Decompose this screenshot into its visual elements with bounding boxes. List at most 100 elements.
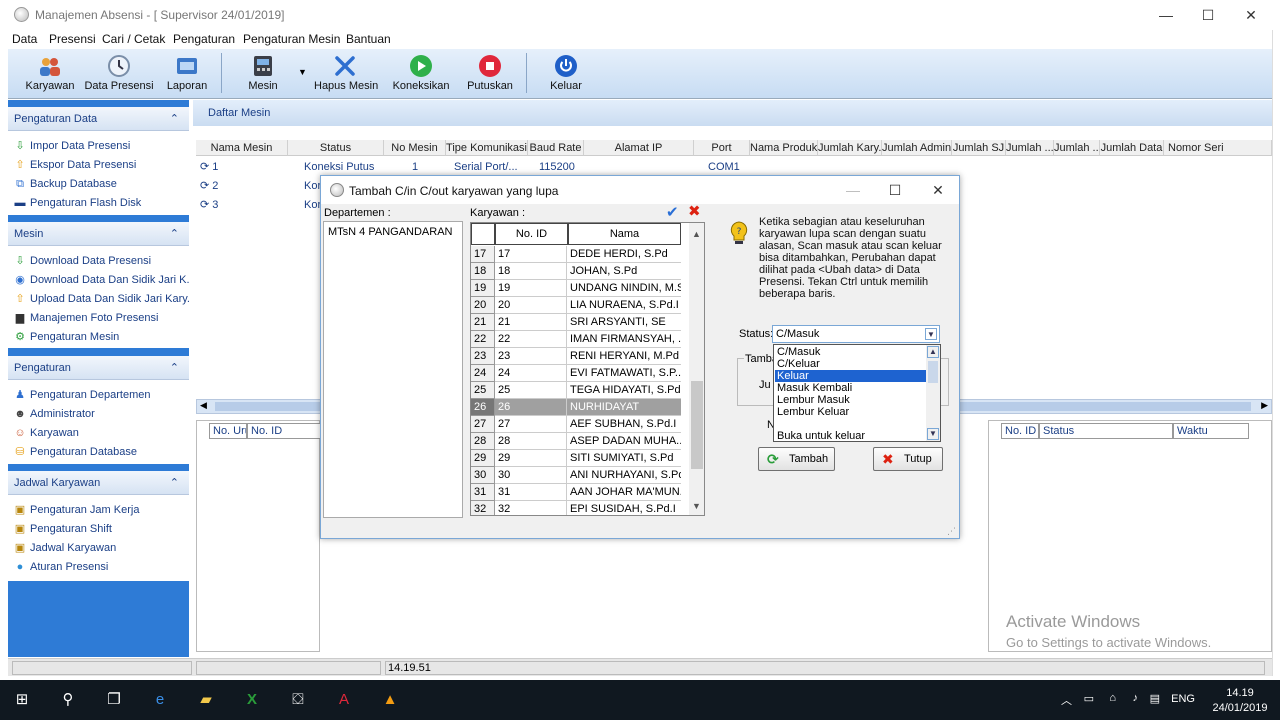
status-option[interactable]: Lembur Masuk (775, 394, 926, 406)
keluar-button[interactable]: Keluar (544, 51, 588, 97)
tambah-button[interactable]: ⟳ Tambah (758, 447, 835, 471)
vlc-icon[interactable]: ▲ (378, 688, 402, 712)
network-icon[interactable]: ⌂ (1109, 692, 1116, 704)
chevron-down-icon[interactable]: ▼ (925, 328, 937, 340)
sidebar-item-pengaturan-jam-kerja[interactable]: ▣ Pengaturan Jam Kerja (8, 501, 189, 520)
laporan-button[interactable]: Laporan (164, 51, 210, 97)
karyawan-row[interactable]: 17 17 DEDE HERDI, S.Pd (471, 246, 681, 263)
col-jumlah-a[interactable]: Jumlah ... (1006, 140, 1054, 156)
col-nama-mesin[interactable]: Nama Mesin (196, 140, 288, 156)
status-option[interactable]: Masuk Kembali (775, 382, 926, 394)
karyawan-row[interactable]: 24 24 EVI FATMAWATI, S.P... (471, 365, 681, 382)
minimize-button[interactable]: — (1155, 4, 1177, 26)
sidebar-item-download-data-presensi[interactable]: ⇩ Download Data Presensi (8, 252, 189, 271)
menu-bantuan[interactable]: Bantuan (346, 32, 391, 46)
col-status[interactable]: Status (288, 140, 384, 156)
dialog-minimize-button[interactable]: — (842, 180, 864, 200)
maximize-button[interactable]: ☐ (1197, 4, 1219, 26)
mesin-row-2[interactable]: ⟳ 2 (200, 177, 218, 196)
row-number[interactable]: 27 (471, 416, 495, 433)
col-nomor-seri[interactable]: Nomor Seri (1164, 140, 1272, 156)
col-status[interactable]: Status (1039, 423, 1173, 439)
karyawan-row[interactable]: 31 31 AAN JOHAR MA'MUN... (471, 484, 681, 501)
clock[interactable]: 14.19 24/01/2019 (1210, 686, 1270, 716)
sidebar-item-pengaturan-mesin[interactable]: ⚙ Pengaturan Mesin (8, 328, 189, 347)
col-nama-produk[interactable]: Nama Produk (750, 140, 818, 156)
col-jumlah-karyawan[interactable]: Jumlah Kary... (818, 140, 882, 156)
collapse-icon[interactable]: ⌃ (170, 112, 179, 125)
row-number[interactable]: 23 (471, 348, 495, 365)
hapus-mesin-button[interactable]: Hapus Mesin (314, 51, 378, 97)
store-icon[interactable]: ⛋ (286, 688, 310, 712)
menu-cari-cetak[interactable]: Cari / Cetak (102, 32, 165, 46)
right-scrollbar[interactable] (1272, 30, 1280, 676)
scroll-thumb[interactable] (928, 361, 938, 383)
sidebar-item-pengaturan-flash-disk[interactable]: ▬ Pengaturan Flash Disk (8, 194, 189, 213)
col-tipe-komunikasi[interactable]: Tipe Komunikasi (446, 140, 528, 156)
sidebar-item-pengaturan-database[interactable]: ⛁ Pengaturan Database (8, 443, 189, 462)
collapse-icon[interactable]: ⌃ (170, 227, 179, 240)
task-view-icon[interactable]: ❐ (102, 688, 126, 712)
scroll-up-icon[interactable]: ▲ (692, 229, 701, 239)
search-icon[interactable]: ⚲ (56, 688, 80, 712)
file-explorer-icon[interactable]: ▰ (194, 688, 218, 712)
dialog-maximize-button[interactable]: ☐ (884, 180, 906, 200)
row-number[interactable]: 26 (471, 399, 495, 416)
menu-data[interactable]: Data (12, 32, 37, 46)
karyawan-row[interactable]: 18 18 JOHAN, S.Pd (471, 263, 681, 280)
karyawan-row[interactable]: 21 21 SRI ARSYANTI, SE (471, 314, 681, 331)
sidebar-item-manajemen-foto[interactable]: ▆ Manajemen Foto Presensi (8, 309, 189, 328)
row-number[interactable]: 18 (471, 263, 495, 280)
sidebar-item-administrator[interactable]: ☻ Administrator (8, 405, 189, 424)
row-number[interactable]: 20 (471, 297, 495, 314)
col-port[interactable]: Port (694, 140, 750, 156)
col-no-id[interactable]: No. ID (495, 223, 568, 245)
karyawan-row[interactable]: 23 23 RENI HERYANI, M.Pd (471, 348, 681, 365)
uncheck-all-icon[interactable]: ✖ (688, 202, 701, 220)
dialog-close-button[interactable]: ✕ (927, 180, 949, 200)
panel-header[interactable]: Pengaturan ⌃ (8, 356, 189, 380)
col-no-id[interactable]: No. ID (1001, 423, 1039, 439)
col-no-mesin[interactable]: No Mesin (384, 140, 446, 156)
col-jumlah-data[interactable]: Jumlah Data (1100, 140, 1164, 156)
row-number[interactable]: 24 (471, 365, 495, 382)
volume-icon[interactable]: ♪ (1133, 692, 1139, 704)
mesin-dropdown-arrow-icon[interactable]: ▼ (298, 67, 307, 77)
collapse-icon[interactable]: ⌃ (170, 476, 179, 489)
row-number[interactable]: 19 (471, 280, 495, 297)
status-dropdown-list[interactable]: C/Masuk C/Keluar Keluar Masuk Kembali Lembur… (773, 344, 941, 442)
putuskan-button[interactable]: Putuskan (466, 51, 514, 97)
menu-presensi[interactable]: Presensi (49, 32, 96, 46)
row-number[interactable]: 30 (471, 467, 495, 484)
karyawan-row[interactable]: 28 28 ASEP DADAN MUHA... (471, 433, 681, 450)
sidebar-item-impor-data-presensi[interactable]: ⇩ Impor Data Presensi (8, 137, 189, 156)
departemen-item[interactable]: MTsN 4 PANGANDARAN (328, 226, 452, 238)
karyawan-row[interactable]: 22 22 IMAN FIRMANSYAH, ... (471, 331, 681, 348)
departemen-list[interactable]: MTsN 4 PANGANDARAN (323, 221, 463, 518)
battery-icon[interactable]: ▭ (1084, 692, 1094, 705)
karyawan-row[interactable]: 29 29 SITI SUMIYATI, S.Pd (471, 450, 681, 467)
scroll-right-icon[interactable]: ▶ (1261, 400, 1268, 411)
row-number[interactable]: 21 (471, 314, 495, 331)
close-button[interactable]: ✕ (1240, 4, 1262, 26)
row-number[interactable]: 28 (471, 433, 495, 450)
karyawan-row[interactable]: 30 30 ANI NURHAYANI, S.Pd (471, 467, 681, 484)
data-presensi-button[interactable]: Data Presensi (84, 51, 154, 97)
collapse-icon[interactable]: ⌃ (170, 361, 179, 374)
status-select[interactable]: C/Masuk ▼ (772, 325, 940, 343)
row-number[interactable]: 29 (471, 450, 495, 467)
mesin-row-3[interactable]: ⟳ 3 (200, 196, 218, 215)
row-number[interactable]: 32 (471, 501, 495, 515)
sidebar-item-upload-sidik-jari[interactable]: ⇧ Upload Data Dan Sidik Jari Kary... (8, 290, 189, 309)
notification-icon[interactable]: ▤ (1150, 692, 1160, 705)
scroll-up-icon[interactable]: ▲ (927, 346, 939, 358)
sidebar-item-pengaturan-departemen[interactable]: ♟ Pengaturan Departemen (8, 386, 189, 405)
col-baud-rate[interactable]: Baud Rate (528, 140, 584, 156)
koneksikan-button[interactable]: Koneksikan (392, 51, 450, 97)
col-nama[interactable]: Nama (568, 223, 681, 245)
scroll-left-icon[interactable]: ◀ (200, 400, 207, 411)
jumlah-field[interactable]: Ju (759, 379, 771, 391)
karyawan-button[interactable]: Karyawan (22, 51, 78, 97)
sidebar-item-aturan-presensi[interactable]: ● Aturan Presensi (8, 558, 189, 577)
col-jumlah-sj[interactable]: Jumlah SJ (952, 140, 1006, 156)
